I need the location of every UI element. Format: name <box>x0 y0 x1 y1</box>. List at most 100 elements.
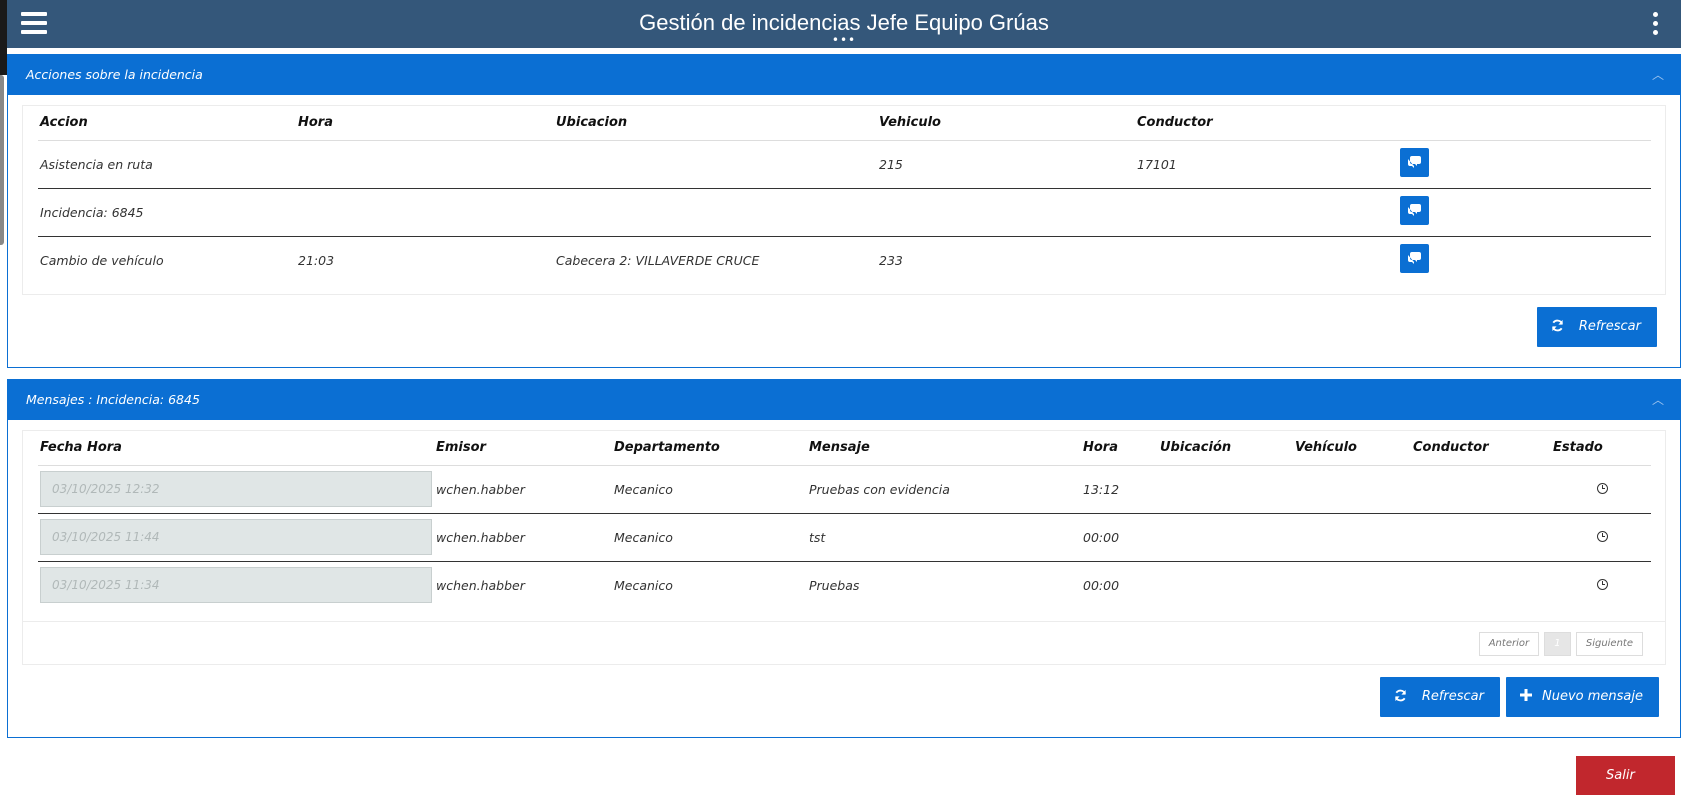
cell-hora <box>296 187 554 236</box>
acciones-refresh-button[interactable]: Refrescar <box>1537 307 1657 347</box>
cell-vehiculo <box>1293 560 1411 609</box>
column-header: Vehiculo <box>877 106 1135 141</box>
cell-emisor: wchen.habber <box>434 464 612 513</box>
pager-current-page[interactable]: 1 <box>1544 632 1571 656</box>
column-header: Conductor <box>1411 431 1551 466</box>
pager-next-button[interactable]: Siguiente <box>1575 632 1643 656</box>
cell-conductor: 17101 <box>1135 139 1398 188</box>
cell-accion: Asistencia en ruta <box>38 139 296 188</box>
more-options-icon[interactable] <box>1653 12 1659 36</box>
collapse-chevron-icon[interactable]: ︿ <box>1652 380 1664 420</box>
plus-icon <box>1520 689 1532 705</box>
column-header: Conductor <box>1135 106 1398 141</box>
cell-hora: 21:03 <box>296 235 554 284</box>
pager-prev-button[interactable]: Anterior <box>1478 632 1540 656</box>
acciones-panel: Acciones sobre la incidencia ︿ Accion Ho… <box>7 54 1681 368</box>
cell-hora: 13:12 <box>1081 464 1158 513</box>
window-scroll-edge <box>0 75 4 245</box>
cell-ubicacion <box>1158 560 1293 609</box>
collapse-chevron-icon[interactable]: ︿ <box>1652 55 1664 95</box>
acciones-table-container: Accion Hora Ubicacion Vehiculo Conductor… <box>22 105 1666 295</box>
cell-conductor <box>1411 512 1551 561</box>
column-header: Departamento <box>612 431 807 466</box>
comments-icon <box>1408 204 1421 216</box>
new-message-button[interactable]: Nuevo mensaje <box>1506 677 1659 717</box>
column-header: Vehículo <box>1293 431 1411 466</box>
cell-conductor <box>1135 187 1398 236</box>
cell-mensaje: tst <box>807 512 1081 561</box>
refresh-label: Refrescar <box>1578 319 1641 334</box>
cell-hora: 00:00 <box>1081 512 1158 561</box>
table-row: 03/10/2025 12:32 wchen.habber Mecanico P… <box>38 464 1651 513</box>
table-row: Incidencia: 6845 <box>38 187 1651 236</box>
column-header-actions <box>1398 106 1651 141</box>
column-header: Accion <box>38 106 296 141</box>
column-header: Fecha Hora <box>38 431 434 466</box>
acciones-table: Accion Hora Ubicacion Vehiculo Conductor… <box>38 106 1651 284</box>
column-header: Ubicación <box>1158 431 1293 466</box>
comments-button[interactable] <box>1400 196 1429 225</box>
cell-accion: Cambio de vehículo <box>38 235 296 284</box>
pending-clock-icon <box>1596 482 1608 494</box>
cell-vehiculo <box>1293 464 1411 513</box>
pending-clock-icon <box>1596 530 1608 542</box>
comments-button[interactable] <box>1400 244 1429 274</box>
cell-vehiculo <box>1293 512 1411 561</box>
refresh-icon <box>1394 689 1407 706</box>
table-row: 03/10/2025 11:34 wchen.habber Mecanico P… <box>38 560 1651 609</box>
cell-vehiculo: 215 <box>877 139 1135 188</box>
comments-icon <box>1408 252 1421 265</box>
cell-vehiculo <box>877 187 1135 236</box>
cell-hora: 00:00 <box>1081 560 1158 609</box>
table-row: Asistencia en ruta 215 17101 <box>38 139 1651 188</box>
window-edge <box>0 0 7 75</box>
column-header: Hora <box>296 106 554 141</box>
cell-ubicacion <box>554 187 877 236</box>
app-header: Gestión de incidencias Jefe Equipo Grúas… <box>7 0 1681 48</box>
column-header: Emisor <box>434 431 612 466</box>
drag-handle-icon[interactable]: ••• <box>832 34 856 46</box>
cell-emisor: wchen.habber <box>434 512 612 561</box>
mensajes-table: Fecha Hora Emisor Departamento Mensaje H… <box>38 431 1651 609</box>
table-row: Cambio de vehículo 21:03 Cabecera 2: VIL… <box>38 235 1651 284</box>
cell-mensaje: Pruebas <box>807 560 1081 609</box>
cell-departamento: Mecanico <box>612 464 807 513</box>
cell-emisor: wchen.habber <box>434 560 612 609</box>
cell-ubicacion <box>1158 512 1293 561</box>
mensajes-panel: Mensajes : Incidencia: 6845 ︿ Fecha Hora… <box>7 379 1681 738</box>
table-row: 03/10/2025 11:44 wchen.habber Mecanico t… <box>38 512 1651 561</box>
exit-button[interactable]: Salir <box>1576 756 1675 795</box>
acciones-panel-title: Acciones sobre la incidencia <box>26 67 203 82</box>
cell-departamento: Mecanico <box>612 560 807 609</box>
new-message-label: Nuevo mensaje <box>1542 689 1643 704</box>
cell-ubicacion <box>1158 464 1293 513</box>
mensajes-table-container: Fecha Hora Emisor Departamento Mensaje H… <box>22 430 1666 665</box>
cell-vehiculo: 233 <box>877 235 1135 284</box>
cell-hora <box>296 139 554 188</box>
mensajes-panel-header[interactable]: Mensajes : Incidencia: 6845 ︿ <box>8 380 1680 420</box>
column-header: Ubicacion <box>554 106 877 141</box>
cell-conductor <box>1411 464 1551 513</box>
comments-button[interactable] <box>1400 148 1429 177</box>
cell-mensaje: Pruebas con evidencia <box>807 464 1081 513</box>
comments-icon <box>1408 156 1421 168</box>
cell-departamento: Mecanico <box>612 512 807 561</box>
pager: Anterior 1 Siguiente <box>1477 632 1643 656</box>
acciones-panel-header[interactable]: Acciones sobre la incidencia ︿ <box>8 55 1680 95</box>
column-header: Mensaje <box>807 431 1081 466</box>
refresh-label: Refrescar <box>1421 689 1484 704</box>
pending-clock-icon <box>1596 578 1608 590</box>
fecha-hora-field: 03/10/2025 12:32 <box>40 471 432 507</box>
column-header: Estado <box>1551 431 1651 466</box>
cell-ubicacion <box>554 139 877 188</box>
mensajes-refresh-button[interactable]: Refrescar <box>1380 677 1500 717</box>
cell-accion: Incidencia: 6845 <box>38 187 296 236</box>
cell-conductor <box>1135 235 1398 284</box>
cell-ubicacion: Cabecera 2: VILLAVERDE CRUCE <box>554 235 877 284</box>
column-header: Hora <box>1081 431 1158 466</box>
cell-conductor <box>1411 560 1551 609</box>
refresh-icon <box>1551 319 1564 336</box>
fecha-hora-field: 03/10/2025 11:44 <box>40 519 432 555</box>
pagination-bar: Anterior 1 Siguiente <box>23 621 1665 665</box>
mensajes-panel-title: Mensajes : Incidencia: 6845 <box>26 392 200 407</box>
